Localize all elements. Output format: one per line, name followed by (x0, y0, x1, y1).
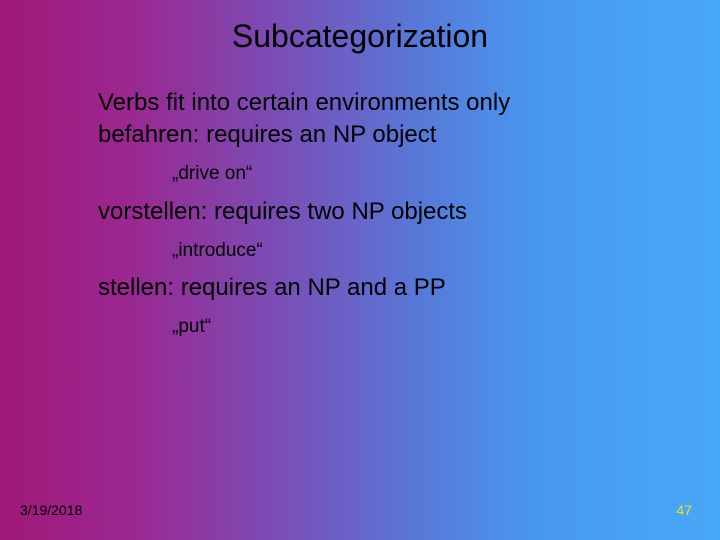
slide: Subcategorization Verbs fit into certain… (0, 0, 720, 540)
slide-title: Subcategorization (0, 18, 720, 55)
bullet-gloss: „drive on“ (98, 152, 660, 197)
bullet-gloss: „introduce“ (98, 229, 660, 274)
intro-text: Verbs fit into certain environments only (98, 88, 660, 118)
bullet-main: befahren: requires an NP object (98, 120, 660, 150)
slide-body: Verbs fit into certain environments only… (98, 88, 660, 350)
bullet-main: stellen: requires an NP and a PP (98, 273, 660, 303)
footer-date: 3/19/2018 (20, 502, 82, 518)
bullet-gloss: „put“ (98, 305, 660, 350)
footer-page-number: 47 (676, 502, 692, 518)
bullet-main: vorstellen: requires two NP objects (98, 197, 660, 227)
